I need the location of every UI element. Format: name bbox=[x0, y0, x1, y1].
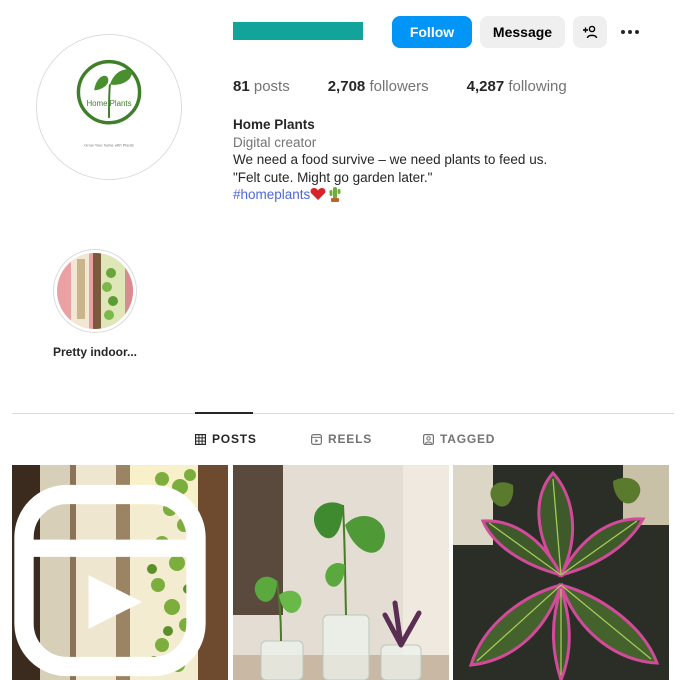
post-3-image bbox=[453, 465, 669, 680]
profile-avatar[interactable]: Home Plants Grow Your home with Plants bbox=[36, 34, 182, 180]
story-highlight[interactable]: Pretty indoor... bbox=[50, 249, 140, 359]
grid-icon bbox=[195, 433, 206, 445]
bio-hashtag-line: #homeplants bbox=[233, 186, 653, 204]
following-count[interactable]: 4,287 following bbox=[467, 78, 567, 95]
tab-posts[interactable]: POSTS bbox=[195, 432, 257, 446]
suggest-users-button[interactable] bbox=[573, 16, 607, 48]
profile-tabs: POSTS REELS TAGGED bbox=[0, 432, 680, 450]
tagged-icon bbox=[423, 433, 434, 445]
tab-reels[interactable]: REELS bbox=[311, 432, 372, 446]
post-2-image bbox=[233, 465, 449, 680]
username-redacted bbox=[233, 22, 363, 40]
highlight-cover bbox=[53, 249, 137, 333]
cactus-icon bbox=[329, 187, 341, 202]
profile-stats: 81 posts 2,708 followers 4,287 following bbox=[233, 78, 605, 95]
tabs-divider bbox=[12, 413, 674, 414]
posts-count: 81 posts bbox=[233, 78, 290, 95]
heart-icon bbox=[310, 188, 326, 200]
bio-line-1: We need a food survive – we need plants … bbox=[233, 152, 548, 167]
post-thumbnail-2[interactable] bbox=[233, 465, 449, 680]
home-plants-logo: Home Plants Grow Your home with Plants bbox=[37, 35, 181, 179]
post-thumbnail-1[interactable] bbox=[12, 465, 228, 680]
profile-name: Home Plants bbox=[233, 117, 315, 132]
active-tab-indicator bbox=[195, 412, 253, 414]
reel-badge-icon bbox=[14, 484, 206, 677]
more-options-icon[interactable] bbox=[616, 18, 644, 46]
logo-tagline: Grow Your home with Plants bbox=[84, 142, 133, 147]
reels-icon bbox=[311, 433, 322, 445]
follow-button[interactable]: Follow bbox=[392, 16, 472, 48]
tab-tagged[interactable]: TAGGED bbox=[423, 432, 495, 446]
followers-count[interactable]: 2,708 followers bbox=[328, 78, 429, 95]
logo-text: Home Plants bbox=[86, 99, 131, 108]
tab-tagged-label: TAGGED bbox=[440, 432, 496, 446]
bio-line-2: "Felt cute. Might go garden later." bbox=[233, 169, 433, 185]
profile-bio: Home Plants Digital creator We need a fo… bbox=[233, 116, 653, 204]
highlight-label: Pretty indoor... bbox=[52, 345, 137, 359]
add-user-icon bbox=[583, 25, 598, 39]
highlight-thumbnail bbox=[57, 253, 133, 329]
message-button[interactable]: Message bbox=[480, 16, 565, 48]
hashtag-link[interactable]: #homeplants bbox=[233, 187, 310, 202]
post-thumbnail-3[interactable] bbox=[453, 465, 669, 680]
posts-grid bbox=[12, 465, 669, 680]
tab-posts-label: POSTS bbox=[212, 432, 257, 446]
tab-reels-label: REELS bbox=[328, 432, 373, 446]
profile-category: Digital creator bbox=[233, 134, 317, 150]
